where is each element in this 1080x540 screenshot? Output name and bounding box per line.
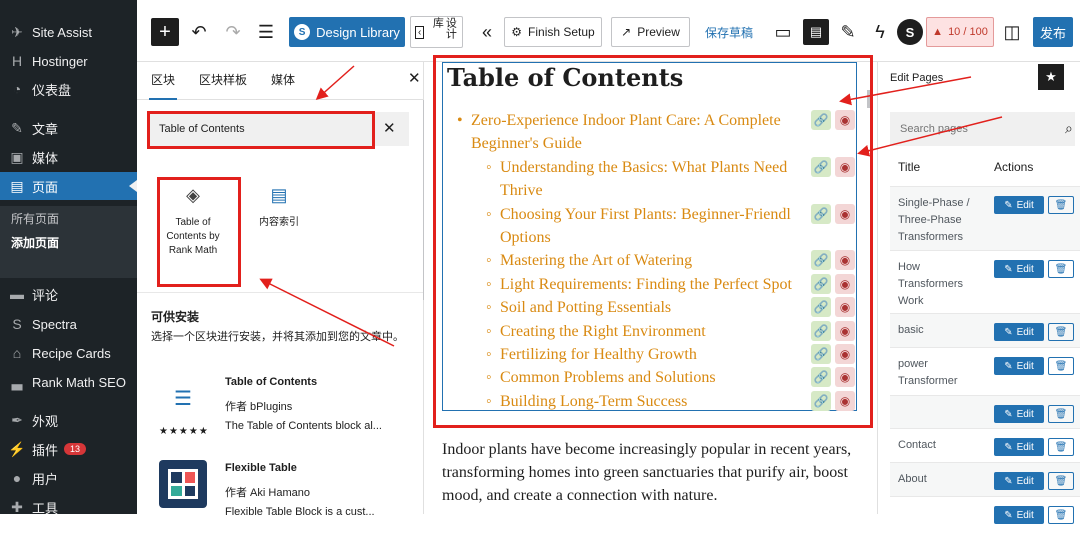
annotation-arrows: [259, 65, 1003, 347]
